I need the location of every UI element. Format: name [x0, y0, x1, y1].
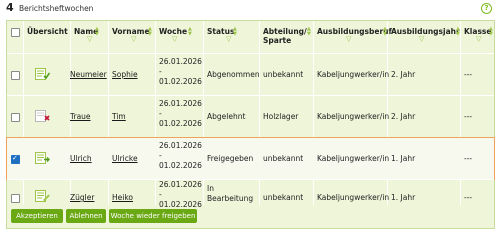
ausbildungsberuf: Kabeljungwerker/in: [317, 193, 390, 202]
report-approved-icon[interactable]: [35, 68, 50, 80]
klasse: ---: [464, 112, 473, 121]
week-end: 01.02.2026: [159, 77, 202, 86]
sort-icon[interactable]: ▲ ▼: [95, 27, 99, 37]
col-header-uebersicht: Übersicht: [27, 27, 68, 36]
name-link[interactable]: Neumeier: [70, 69, 107, 80]
table-row[interactable]: Traue Tim 26.01.2026 - 01.02.2026 Abgele…: [7, 96, 494, 137]
klasse: ---: [464, 193, 473, 202]
week-start: 26.01.2026: [159, 180, 202, 189]
row-checkbox[interactable]: [11, 71, 20, 80]
release-week-button[interactable]: Woche wieder freigeben: [109, 209, 197, 223]
name-link[interactable]: Ulrich: [70, 153, 92, 164]
week-end: 01.02.2026: [159, 161, 202, 170]
ausbildungsjahr: 2. Jahr: [391, 112, 416, 121]
abteilung: unbekannt: [263, 154, 304, 163]
filter-icon[interactable]: ▽: [87, 36, 92, 43]
name-link[interactable]: Zügler: [70, 192, 94, 203]
report-released-icon[interactable]: [35, 152, 50, 164]
sort-icon[interactable]: ▲ ▼: [307, 27, 311, 37]
status: Abgelehnt: [207, 112, 246, 121]
status: Freigegeben: [207, 154, 254, 163]
col-header-ausbildungsberuf[interactable]: Ausbildungsberuf: [317, 27, 392, 36]
abteilung: unbekannt: [263, 70, 304, 79]
sort-icon[interactable]: ▲ ▼: [188, 27, 192, 37]
filter-icon[interactable]: ▽: [226, 36, 231, 43]
sort-icon[interactable]: ▲ ▼: [383, 27, 387, 37]
filter-icon[interactable]: ▽: [419, 36, 424, 43]
week-start: 26.01.2026: [159, 141, 202, 150]
col-header-abteilung[interactable]: Abteilung/ Sparte: [263, 27, 307, 45]
report-rejected-icon[interactable]: [35, 110, 50, 122]
abteilung: Holzlager: [263, 112, 299, 121]
klasse: ---: [464, 70, 473, 79]
sort-icon[interactable]: ▲ ▼: [148, 27, 152, 37]
weeks-table: Übersicht Name ▲ ▼ ▽ Vorname ▲ ▼ ▽ Woche ▲…: [6, 20, 495, 229]
week-separator: -: [159, 109, 162, 118]
report-in-progress-icon[interactable]: [35, 190, 50, 202]
list-title: Berichtsheftwochen: [19, 4, 94, 13]
week-end: 01.02.2026: [159, 119, 202, 128]
klasse: ---: [464, 154, 473, 163]
sort-icon[interactable]: ▲ ▼: [489, 27, 493, 37]
status: In Bearbeitung: [207, 184, 254, 203]
list-header: 4 Berichtsheftwochen ?: [6, 1, 494, 16]
result-count: 4: [6, 1, 14, 14]
col-header-ausbildungsjahr[interactable]: Ausbildungsjahr: [391, 27, 460, 36]
filter-icon[interactable]: ▽: [346, 36, 351, 43]
select-all-checkbox[interactable]: [11, 28, 20, 37]
sort-icon[interactable]: ▲ ▼: [456, 27, 460, 37]
name-link[interactable]: Traue: [70, 111, 91, 122]
sort-icon[interactable]: ▲ ▼: [233, 27, 237, 37]
ausbildungsberuf: Kabeljungwerker/in: [317, 112, 390, 121]
help-icon[interactable]: ?: [481, 3, 492, 14]
week-separator: -: [159, 67, 162, 76]
vorname-link[interactable]: Heiko: [112, 192, 133, 203]
ausbildungsberuf: Kabeljungwerker/in: [317, 154, 390, 163]
filter-icon[interactable]: ▽: [131, 36, 136, 43]
week-start: 26.01.2026: [159, 57, 202, 66]
week-separator: -: [159, 151, 162, 160]
status: Abgenommen: [207, 70, 260, 79]
row-checkbox[interactable]: [11, 194, 20, 203]
ausbildungsjahr: 1. Jahr: [391, 193, 416, 202]
table-row[interactable]: Neumeier Sophie 26.01.2026 - 01.02.2026 …: [7, 54, 494, 95]
vorname-link[interactable]: Sophie: [112, 69, 138, 80]
table-row-selected[interactable]: Ulrich Ulricke 26.01.2026 - 01.02.2026 F…: [6, 137, 495, 180]
row-checkbox[interactable]: [11, 113, 20, 122]
vorname-link[interactable]: Tim: [112, 111, 126, 122]
week-start: 26.01.2026: [159, 99, 202, 108]
week-separator: -: [159, 190, 162, 199]
ausbildungsjahr: 2. Jahr: [391, 70, 416, 79]
ausbildungsjahr: 1. Jahr: [391, 154, 416, 163]
filter-icon[interactable]: ▽: [476, 36, 481, 43]
accept-button[interactable]: Akzeptieren: [11, 209, 63, 223]
row-checkbox-checked[interactable]: [11, 154, 20, 164]
filter-icon[interactable]: ▽: [172, 36, 177, 43]
ausbildungsberuf: Kabeljungwerker/in: [317, 70, 390, 79]
abteilung: unbekannt: [263, 193, 304, 202]
vorname-link[interactable]: Ulricke: [112, 153, 138, 164]
reject-button[interactable]: Ablehnen: [66, 209, 106, 223]
